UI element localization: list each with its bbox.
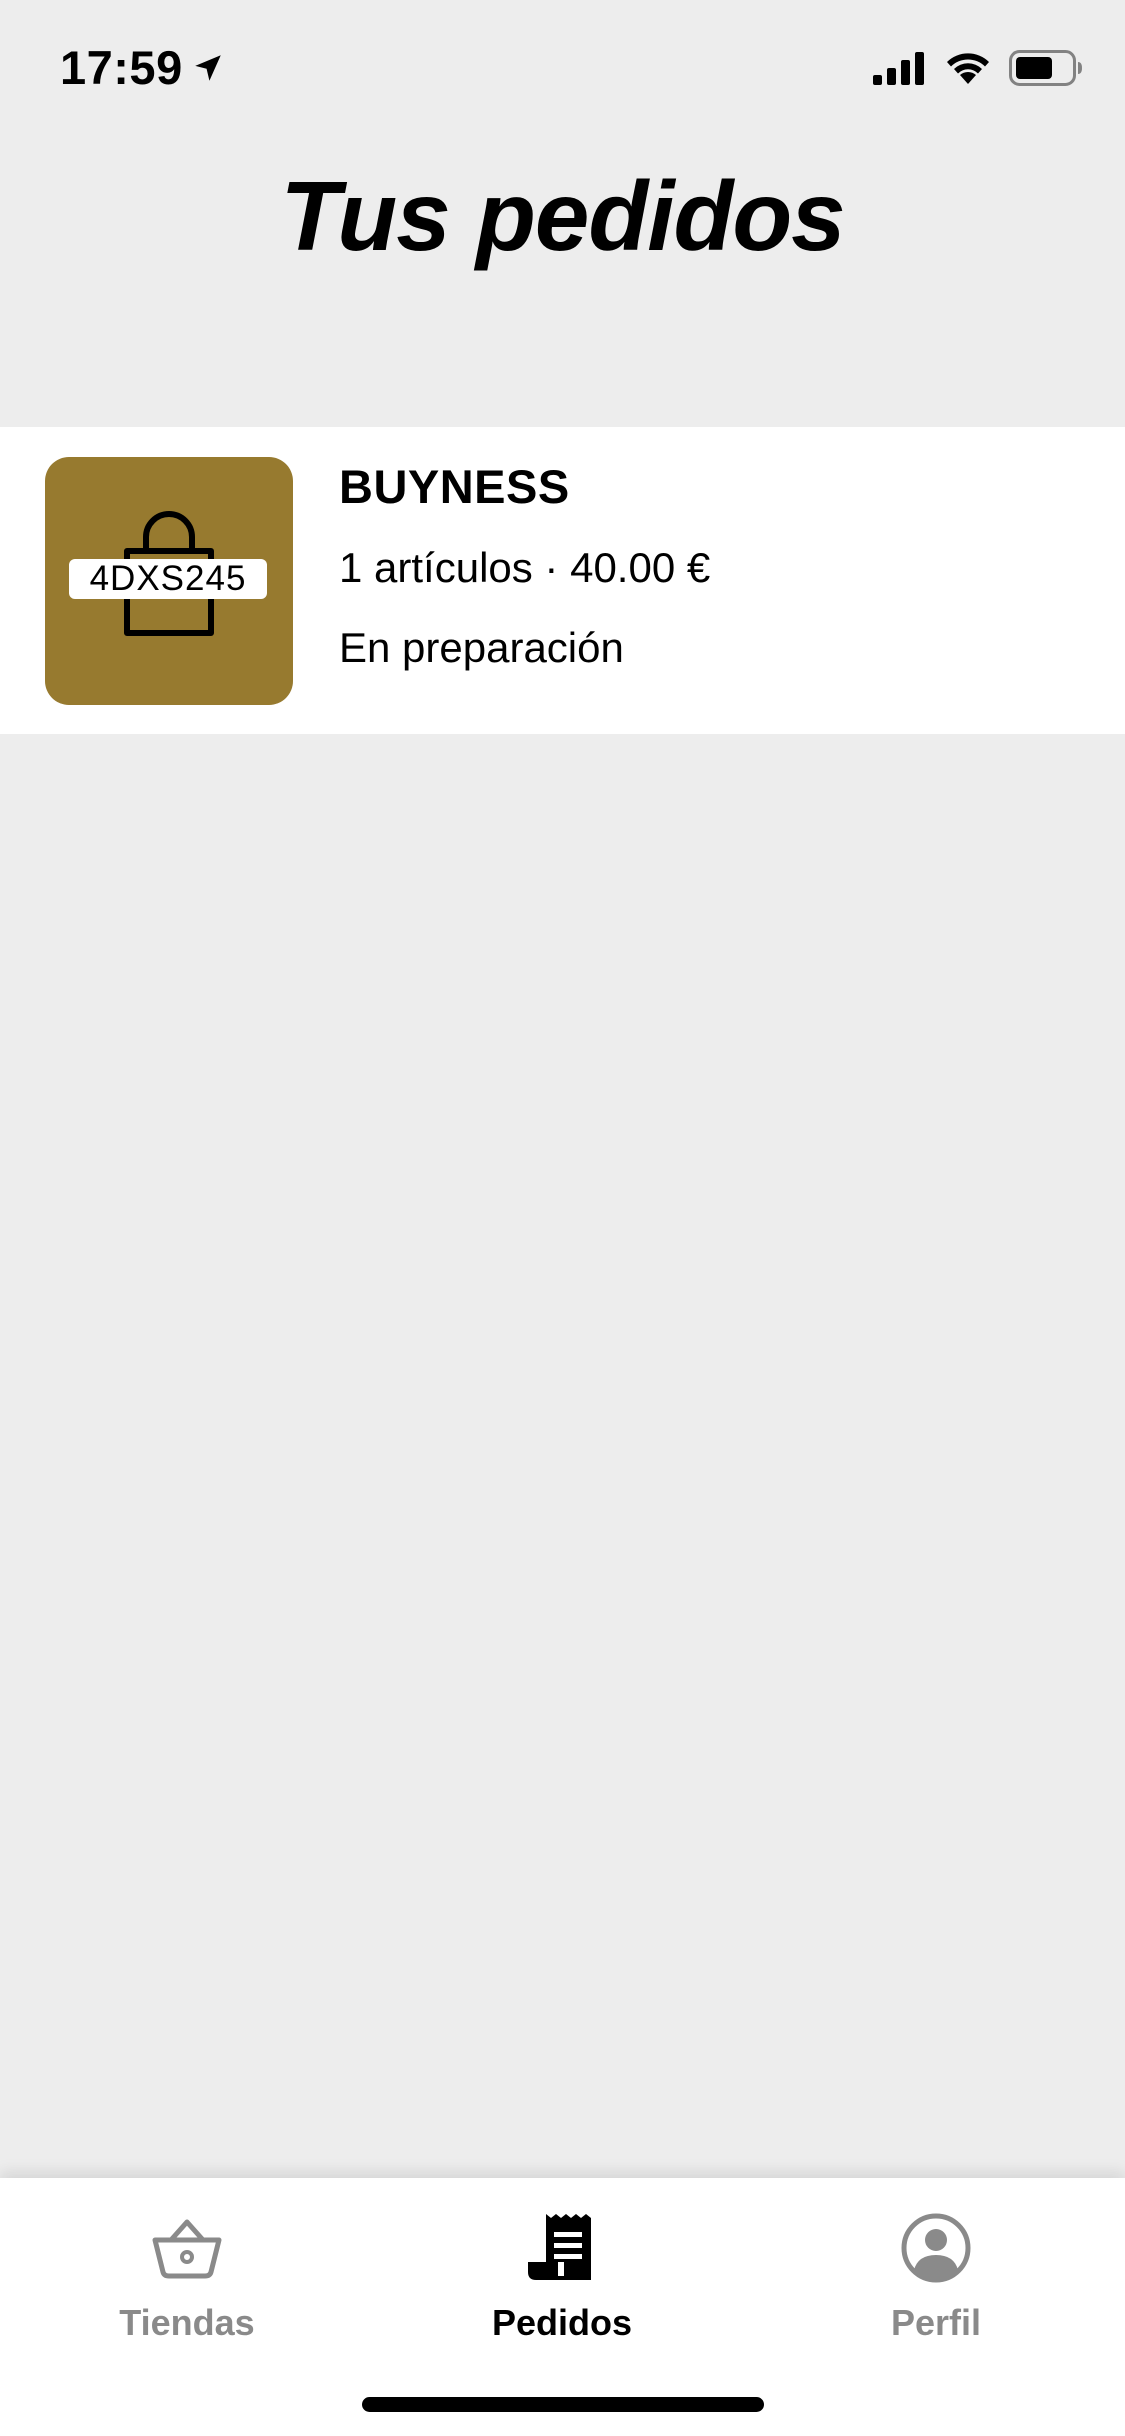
status-time-group: 17:59 [60, 40, 225, 95]
order-summary: 1 artículos · 40.00 € [339, 544, 711, 591]
tab-stores[interactable]: Tiendas [57, 2210, 317, 2360]
profile-icon [901, 2213, 971, 2283]
basket-icon [152, 2219, 222, 2279]
order-code: 4DXS245 [69, 559, 267, 599]
status-icons [873, 50, 1083, 86]
status-time: 17:59 [60, 41, 183, 94]
order-status: En preparación [339, 624, 624, 671]
tab-stores-label: Tiendas [119, 2302, 255, 2343]
order-card[interactable]: 4DXS245 BUYNESS 1 artículos · 40.00 € En… [0, 427, 1125, 734]
wifi-icon [947, 53, 989, 84]
tab-profile-label: Perfil [890, 2302, 982, 2343]
tab-orders[interactable]: Pedidos [432, 2210, 692, 2360]
battery-icon [1009, 50, 1082, 86]
tab-profile[interactable]: Perfil [806, 2210, 1066, 2360]
cellular-signal-icon [873, 52, 924, 85]
receipt-icon [528, 2214, 591, 2280]
order-store-name: BUYNESS [339, 460, 570, 513]
status-bar: 17:59 [0, 0, 1125, 140]
page-title: Tus pedidos [280, 161, 845, 271]
order-thumbnail: 4DXS245 [45, 457, 293, 705]
tab-orders-label: Pedidos [491, 2302, 633, 2343]
home-indicator [362, 2397, 764, 2412]
location-arrow-icon [194, 54, 221, 81]
